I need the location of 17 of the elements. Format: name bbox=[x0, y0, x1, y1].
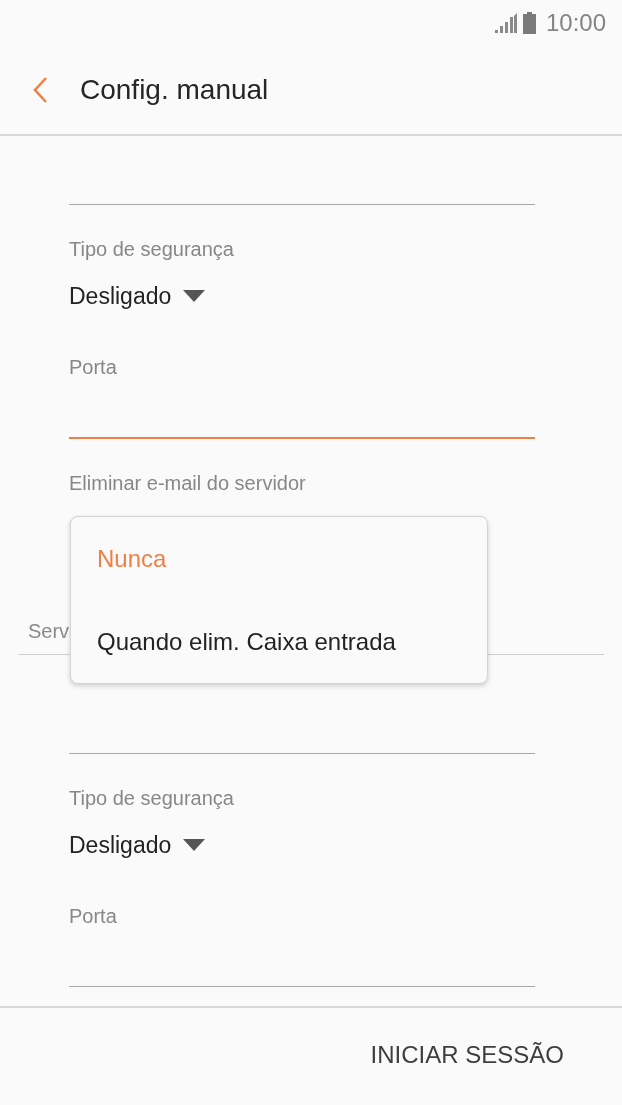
signal-icon bbox=[494, 12, 517, 33]
dropdown[interactable]: Desligado bbox=[69, 825, 206, 865]
back-icon bbox=[32, 75, 48, 104]
caret-icon bbox=[183, 290, 206, 302]
field-label: Eliminar e-mail do servidor bbox=[69, 471, 307, 496]
menu-item[interactable]: Quando elim. Caixa entrada bbox=[71, 619, 487, 664]
caret-icon bbox=[183, 839, 206, 851]
field-label: Porta bbox=[69, 904, 118, 929]
field-label: Porta bbox=[69, 355, 118, 380]
field-label: Tipo de segurança bbox=[69, 237, 235, 262]
sign-in-button[interactable]: INICIAR SESSÃO bbox=[356, 1032, 578, 1077]
section-title: Serv bbox=[28, 620, 70, 643]
screen-title: Config. manual bbox=[80, 73, 269, 106]
clock: 10:00 bbox=[545, 8, 606, 37]
battery-icon bbox=[522, 11, 536, 34]
dropdown[interactable]: Desligado bbox=[69, 276, 206, 316]
field-label: Tipo de segurança bbox=[69, 786, 235, 811]
